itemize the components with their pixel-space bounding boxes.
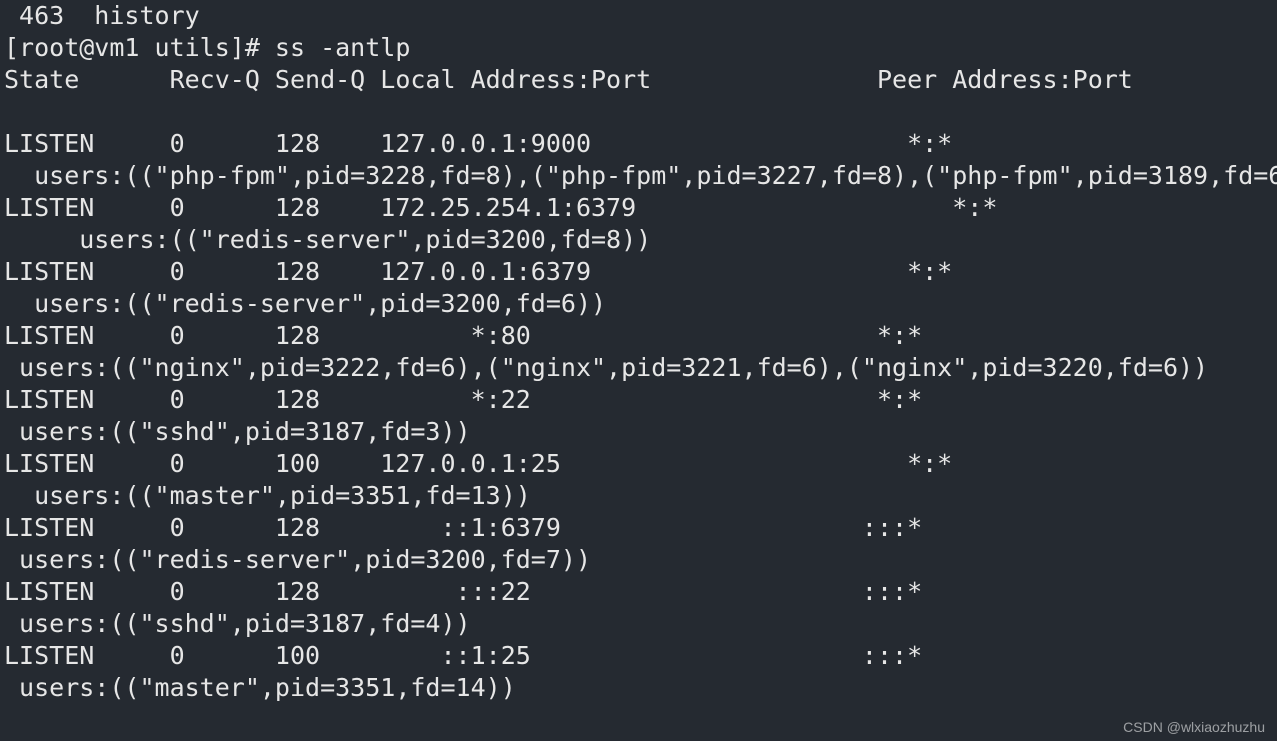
ss-users: users:(("sshd",pid=3187,fd=3)) (4, 417, 471, 446)
ss-header: State Recv-Q Send-Q Local Address:Port P… (4, 65, 1133, 94)
ss-row: LISTEN 0 128 127.0.0.1:9000 *:* (4, 129, 1223, 158)
ss-row: LISTEN 0 128 *:22 *:* (4, 385, 1193, 414)
watermark: CSDN @wlxiaozhuzhu (1123, 719, 1265, 735)
ss-row: LISTEN 0 128 172.25.254.1:6379 *:* (4, 193, 1208, 222)
ss-row: LISTEN 0 128 127.0.0.1:6379 *:* (4, 257, 1223, 286)
ss-users: users:(("redis-server",pid=3200,fd=6)) (4, 289, 606, 318)
ss-users: users:(("sshd",pid=3187,fd=4)) (4, 609, 471, 638)
ss-row: LISTEN 0 128 :::22 :::* (4, 577, 1193, 606)
ss-users: users:(("redis-server",pid=3200,fd=7)) (4, 545, 591, 574)
ss-users: users:(("master",pid=3351,fd=14)) (4, 673, 516, 702)
blank-line (4, 97, 215, 126)
ss-row: LISTEN 0 128 *:80 *:* (4, 321, 1193, 350)
terminal-output[interactable]: 463 history [root@vm1 utils]# ss -antlp … (0, 0, 1277, 704)
ss-row: LISTEN 0 100 ::1:25 :::* (4, 641, 1193, 670)
prompt-line-1: [root@vm1 utils]# ss -antlp (4, 33, 410, 62)
ss-users: users:(("php-fpm",pid=3228,fd=8),("php-f… (4, 161, 1277, 190)
ss-row: LISTEN 0 100 127.0.0.1:25 *:* (4, 449, 1223, 478)
ss-users: users:(("nginx",pid=3222,fd=6),("nginx",… (4, 353, 1208, 382)
ss-row: LISTEN 0 128 ::1:6379 :::* (4, 513, 1193, 542)
ss-users: users:(("master",pid=3351,fd=13)) (4, 481, 531, 510)
history-line: 463 history (4, 1, 200, 30)
ss-users: users:(("redis-server",pid=3200,fd=8)) (4, 225, 651, 254)
